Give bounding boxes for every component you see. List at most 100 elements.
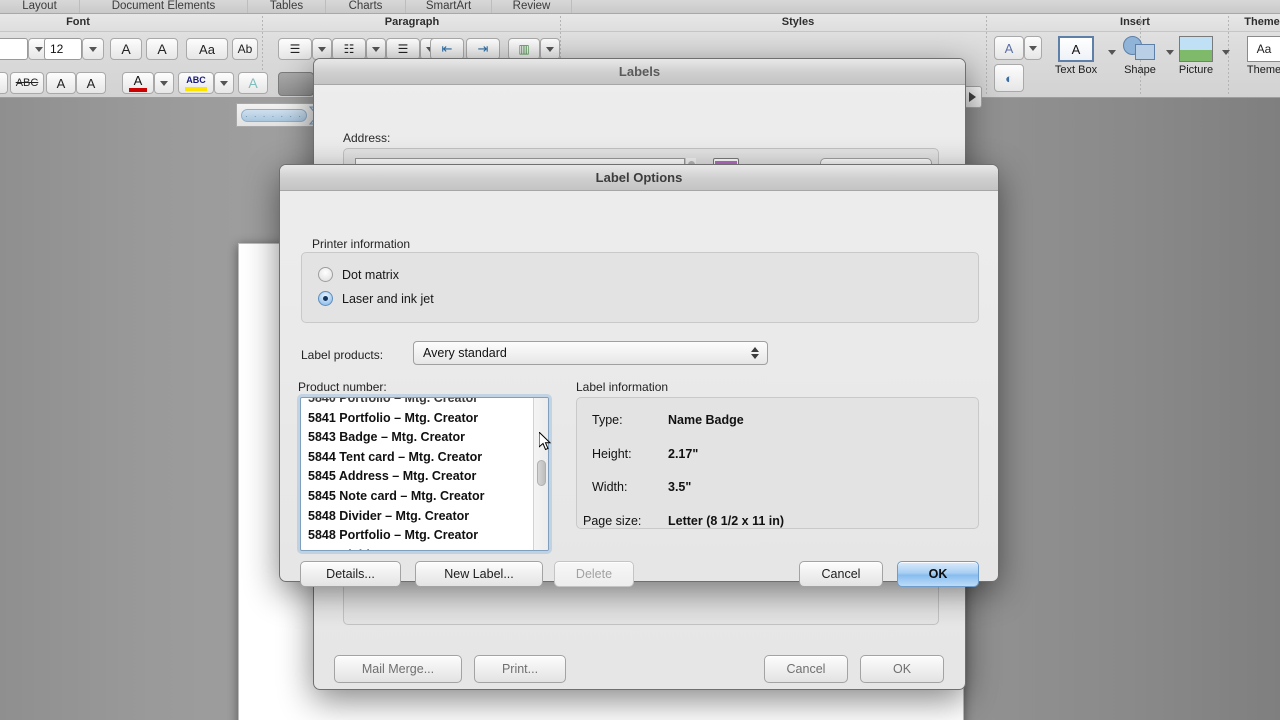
superscript-button[interactable]: A [76, 72, 106, 94]
details-button[interactable]: Details... [300, 561, 401, 587]
increase-indent-button[interactable]: ⇥ [466, 38, 500, 60]
columns-dropdown[interactable] [540, 38, 560, 60]
ribbon-tab-layout[interactable]: Layout [0, 0, 80, 13]
picture-dropdown[interactable] [1218, 44, 1234, 60]
info-key-type: Type: [592, 413, 623, 427]
labels-dialog-title: Labels [314, 59, 965, 85]
insert-text-box-button[interactable]: A Text Box [1048, 36, 1104, 76]
decrease-indent-button[interactable]: ⇤ [430, 38, 464, 60]
styles-pane-dropdown[interactable] [1024, 36, 1042, 60]
ribbon-group-label-styles: Styles [640, 16, 956, 28]
ribbon-tab-tables[interactable]: Tables [248, 0, 326, 13]
styles-pane-button[interactable]: A [994, 36, 1024, 60]
paragraph-align-button[interactable] [278, 72, 314, 96]
product-number-scrollbar[interactable] [533, 398, 548, 550]
list-item[interactable]: 5844 Tent card – Mtg. Creator [301, 448, 532, 468]
font-color-glyph: A [134, 75, 143, 87]
ribbon-group-row: Font Paragraph Styles Insert Theme [0, 14, 1280, 32]
product-number-scroll-thumb[interactable] [537, 460, 546, 486]
label-options-dialog: Label Options Printer information Dot ma… [279, 164, 999, 582]
strikethrough-button[interactable]: ABC [10, 72, 44, 94]
bulleted-list-dropdown[interactable] [312, 38, 332, 60]
chevron-down-icon [546, 47, 554, 52]
address-label: Address: [343, 131, 390, 145]
product-number-listbox[interactable]: 5840 Portfolio – Mtg. Creator 5841 Portf… [300, 397, 549, 551]
highlight-button[interactable]: ABC [178, 72, 214, 94]
font-color-button[interactable]: A [122, 72, 154, 94]
bold-overflow-button[interactable] [0, 72, 8, 94]
ribbon-tab-document-elements[interactable]: Document Elements [80, 0, 248, 13]
ribbon-tab-review[interactable]: Review [492, 0, 572, 13]
ribbon-tabstrip: Layout Document Elements Tables Charts S… [0, 0, 1280, 14]
list-item[interactable]: 5843 Badge – Mtg. Creator [301, 428, 532, 448]
numbered-list-button[interactable]: ☷ [332, 38, 366, 60]
bulleted-list-button[interactable]: ☰ [278, 38, 312, 60]
info-key-height: Height: [592, 447, 632, 461]
insert-shape-label: Shape [1124, 64, 1156, 76]
insert-picture-button[interactable]: Picture [1172, 36, 1220, 76]
chevron-down-icon [318, 47, 326, 52]
new-label-button[interactable]: New Label... [415, 561, 543, 587]
radio-laser-and-ink-jet-icon[interactable] [318, 291, 333, 306]
list-item[interactable]: 5845 Note card – Mtg. Creator [301, 487, 532, 507]
label-options-title: Label Options [280, 165, 998, 191]
text-box-icon: A [1058, 36, 1094, 62]
delete-button: Delete [554, 561, 634, 587]
ribbon-group-label-font: Font [0, 16, 156, 28]
shrink-font-button[interactable]: A [146, 38, 178, 60]
list-item[interactable]: 5840 Portfolio – Mtg. Creator [301, 398, 532, 409]
font-color-swatch [129, 88, 147, 92]
chevron-down-icon [35, 47, 43, 52]
insert-shape-button[interactable]: Shape [1116, 36, 1164, 76]
label-options-ok-button[interactable]: OK [897, 561, 979, 587]
list-item[interactable]: 5841 Portfolio – Mtg. Creator [301, 409, 532, 429]
chevron-down-icon [220, 81, 228, 86]
select-stepper-icon [751, 347, 759, 359]
label-products-select[interactable]: Avery standard [413, 341, 768, 365]
product-number-label: Product number: [298, 380, 387, 394]
grow-font-button[interactable]: A [110, 38, 142, 60]
font-size-dropdown[interactable] [82, 38, 104, 60]
radio-dot-matrix-label: Dot matrix [342, 268, 399, 282]
chevron-right-icon [969, 92, 976, 102]
font-size-field[interactable]: 12 [44, 38, 82, 60]
ribbon-tab-charts[interactable]: Charts [326, 0, 406, 13]
font-color-dropdown[interactable] [154, 72, 174, 94]
radio-dot-matrix-icon[interactable] [318, 267, 333, 282]
subscript-button[interactable]: A [46, 72, 76, 94]
label-options-cancel-button[interactable]: Cancel [799, 561, 883, 587]
list-item[interactable]: 5849 Divider – Mtg. Creator [301, 546, 532, 550]
product-number-list-inner: 5840 Portfolio – Mtg. Creator 5841 Portf… [301, 398, 532, 550]
text-effects-button[interactable]: A [238, 72, 268, 94]
highlight-dropdown[interactable] [214, 72, 234, 94]
radio-dot [323, 296, 328, 301]
ribbon-group-label-theme: Theme [1232, 16, 1280, 28]
shape-icon [1123, 36, 1157, 62]
multilevel-list-button[interactable]: ☰ [386, 38, 420, 60]
font-name-field[interactable] [0, 38, 28, 60]
columns-button[interactable]: ▥ [508, 38, 540, 60]
list-item[interactable]: 5848 Portfolio – Mtg. Creator [301, 526, 532, 546]
ribbon-tab-smartart[interactable]: SmartArt [406, 0, 492, 13]
list-item[interactable]: 5848 Divider – Mtg. Creator [301, 507, 532, 527]
mail-merge-button[interactable]: Mail Merge... [334, 655, 462, 683]
numbered-list-dropdown[interactable] [366, 38, 386, 60]
picture-icon [1179, 36, 1213, 62]
product-number-list: 5840 Portfolio – Mtg. Creator 5841 Portf… [301, 398, 532, 550]
theme-button[interactable]: Aa Theme [1240, 36, 1280, 76]
radio-dot-matrix[interactable]: Dot matrix [318, 267, 399, 282]
highlight-swatch [185, 87, 207, 91]
theme-icon: Aa [1247, 36, 1280, 62]
insert-picture-label: Picture [1179, 64, 1213, 76]
printer-information-panel [301, 252, 979, 323]
labels-ok-button[interactable]: OK [860, 655, 944, 683]
screen-root: Layout Document Elements Tables Charts S… [0, 0, 1280, 720]
labels-cancel-button[interactable]: Cancel [764, 655, 848, 683]
change-case-button[interactable]: Aa [186, 38, 228, 60]
labels-print-button[interactable]: Print... [474, 655, 566, 683]
manage-styles-button[interactable]: ◐ [994, 64, 1024, 92]
list-item[interactable]: 5845 Address – Mtg. Creator [301, 467, 532, 487]
radio-laser-and-ink-jet[interactable]: Laser and ink jet [318, 291, 434, 306]
clear-formatting-button[interactable]: Ab [232, 38, 258, 60]
insert-text-box-label: Text Box [1055, 64, 1097, 76]
